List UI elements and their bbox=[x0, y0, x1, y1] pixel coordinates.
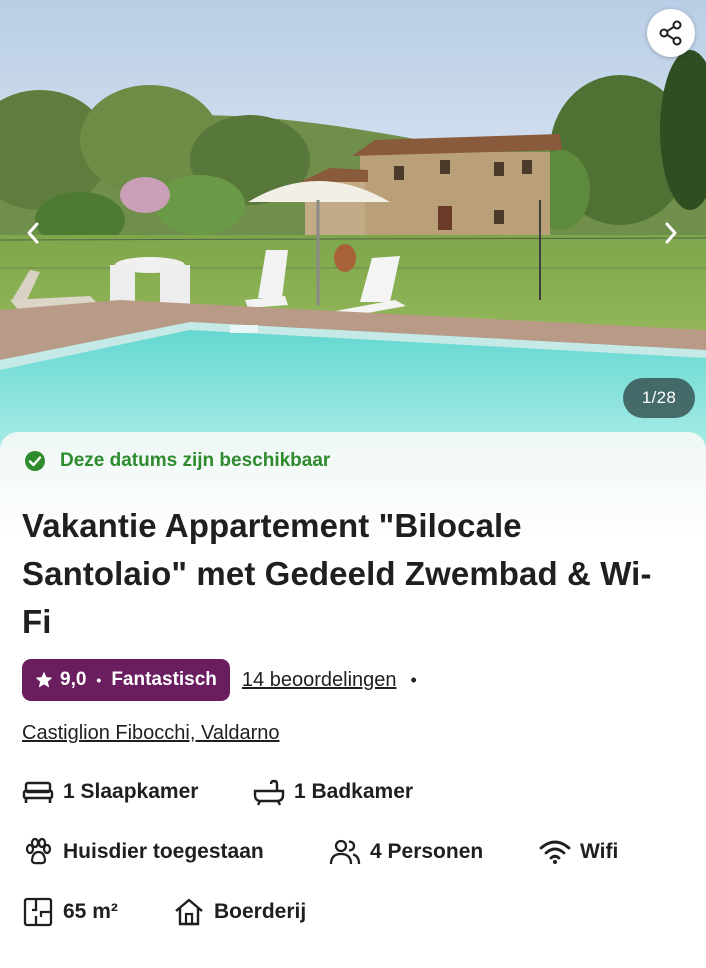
feature-pets-label: Huisdier toegestaan bbox=[63, 840, 264, 863]
people-icon bbox=[329, 839, 361, 865]
feature-pets: Huisdier toegestaan bbox=[22, 836, 264, 868]
listing-details: Deze datums zijn beschikbaar Vakantie Ap… bbox=[0, 432, 706, 968]
feature-bathrooms-label: 1 Badkamer bbox=[294, 780, 414, 803]
check-circle-icon bbox=[25, 451, 45, 471]
house-icon bbox=[175, 898, 203, 926]
availability-text: Deze datums zijn beschikbaar bbox=[60, 450, 331, 471]
wifi-icon bbox=[539, 840, 571, 864]
bed-icon bbox=[22, 781, 54, 803]
share-button[interactable] bbox=[647, 9, 695, 57]
availability-notice: Deze datums zijn beschikbaar bbox=[24, 450, 330, 472]
trailing-bullet: • bbox=[410, 669, 417, 690]
chevron-left-icon bbox=[27, 222, 39, 244]
bathtub-icon bbox=[253, 779, 285, 806]
reviews-link[interactable]: 14 beoordelingen bbox=[242, 669, 397, 692]
rating-label: Fantastisch bbox=[111, 669, 217, 690]
feature-bathrooms: 1 Badkamer bbox=[253, 776, 413, 808]
feature-persons: 4 Personen bbox=[329, 836, 483, 868]
photo-counter: 1/28 bbox=[623, 378, 695, 418]
feature-persons-label: 4 Personen bbox=[370, 840, 484, 863]
feature-wifi: Wifi bbox=[539, 836, 618, 868]
listing-title: Vakantie Appartement "Bilocale Santolaio… bbox=[22, 507, 652, 640]
feature-bedrooms-label: 1 Slaapkamer bbox=[63, 780, 199, 803]
floor-plan-icon bbox=[23, 897, 53, 927]
paw-icon bbox=[25, 837, 52, 865]
feature-bedrooms: 1 Slaapkamer bbox=[22, 776, 198, 808]
share-icon bbox=[659, 20, 682, 46]
previous-photo-button[interactable] bbox=[18, 216, 48, 250]
photo-gallery[interactable]: 1/28 bbox=[0, 0, 706, 448]
feature-wifi-label: Wifi bbox=[580, 840, 619, 863]
feature-type: Boerderij bbox=[173, 896, 306, 928]
next-photo-button[interactable] bbox=[656, 216, 686, 250]
chevron-right-icon bbox=[665, 222, 677, 244]
rating-row: 9,0 • Fantastisch 14 beoordelingen • bbox=[22, 659, 417, 701]
location-link[interactable]: Castiglion Fibocchi, Valdarno bbox=[22, 722, 280, 745]
star-icon bbox=[35, 671, 53, 688]
gallery-photo bbox=[0, 0, 706, 448]
feature-type-label: Boerderij bbox=[214, 900, 307, 923]
rating-separator: • bbox=[96, 672, 102, 688]
feature-area-label: 65 m² bbox=[63, 900, 118, 923]
feature-area: 65 m² bbox=[22, 896, 118, 928]
rating-badge: 9,0 • Fantastisch bbox=[22, 659, 230, 701]
rating-score: 9,0 bbox=[60, 669, 87, 690]
